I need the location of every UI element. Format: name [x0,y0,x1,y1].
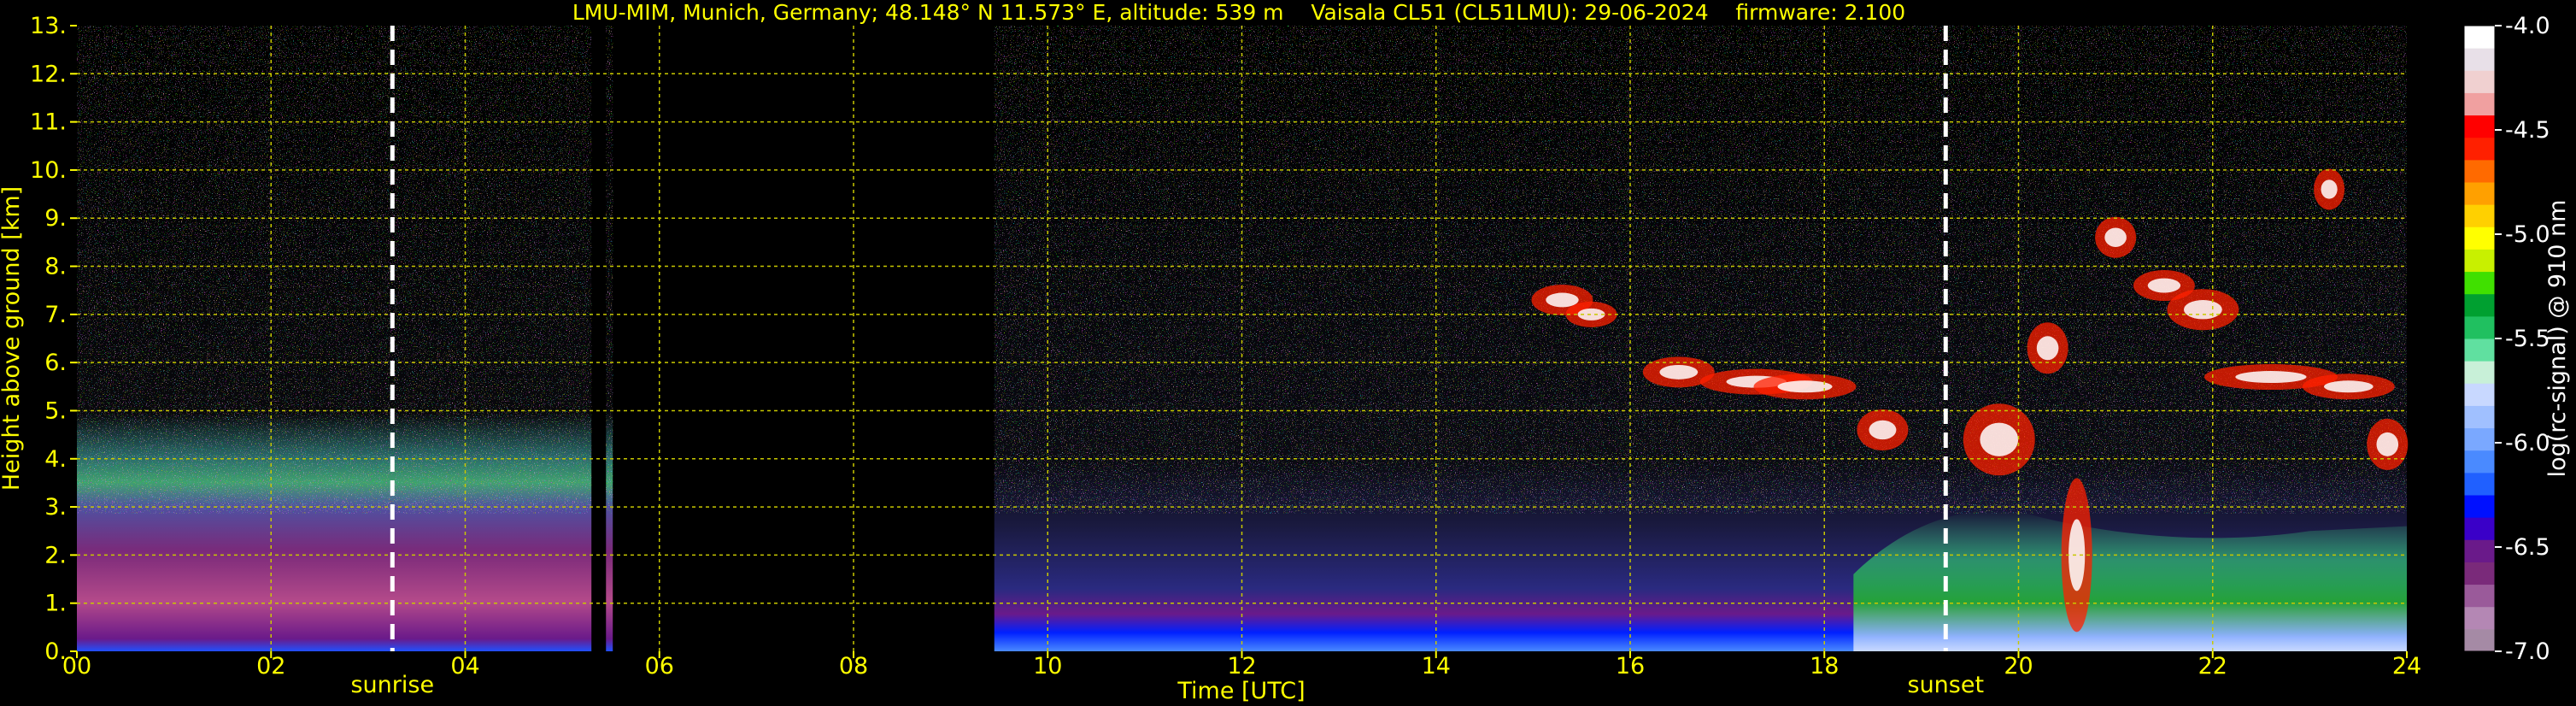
colorbar-tick-label: -6.0 [2505,430,2550,456]
colorbar-swatch [2464,450,2495,474]
colorbar-swatch [2464,182,2495,205]
cloud-core [2324,380,2374,393]
colorbar-swatch [2464,70,2495,93]
colorbar-swatch [2464,517,2495,540]
colorbar-swatch [2464,137,2495,161]
x-tick-label: 04 [450,653,479,680]
sunset-label: sunset [1908,672,1985,698]
colorbar-swatch [2464,361,2495,384]
colorbar-swatch [2464,628,2495,652]
cloud-core [2183,300,2222,320]
x-axis-label: Time [UTC] [1177,678,1305,704]
cloud-core [2104,227,2127,247]
y-tick-label: 4. [44,446,67,473]
colorbar-tick-label: -4.5 [2505,117,2550,144]
colorbar-tick-label: -7.0 [2505,638,2550,665]
colorbar-swatch [2464,92,2495,116]
x-tick-label: 22 [2198,653,2227,680]
cloud-core [1546,292,1579,308]
y-tick-label: 11. [30,109,67,136]
colorbar-swatch [2464,227,2495,250]
cloud-core [1980,422,2019,456]
y-tick-label: 9. [44,205,67,232]
colorbar-swatch [2464,271,2495,295]
colorbar-swatch [2464,495,2495,518]
y-tick-label: 0. [44,638,67,665]
colorbar-swatch [2464,562,2495,585]
y-tick-label: 7. [44,302,67,328]
colorbar-tick-label: -5.0 [2505,221,2550,248]
sunrise-label: sunrise [350,672,434,698]
colorbar-swatch [2464,383,2495,406]
y-axis-label: Height above ground [km] [0,186,25,491]
colorbar-swatch [2464,293,2495,317]
colorbar-swatch [2464,405,2495,429]
colorbar-swatch [2464,472,2495,496]
colorbar-tick-label: -6.5 [2505,534,2550,561]
colorbar-swatch [2464,249,2495,273]
colorbar-swatch [2464,584,2495,608]
y-tick-label: 2. [44,542,67,568]
cloud-core [1869,420,1897,440]
x-tick-label: 16 [1616,653,1645,680]
colorbar-swatch [2464,48,2495,71]
noise-overlay-1 [606,26,613,514]
cloud-core [2147,278,2181,293]
colorbar-swatch [2464,115,2495,138]
y-tick-label: 3. [44,494,67,521]
y-tick-label: 13. [30,13,67,39]
colorbar-swatch [2464,606,2495,630]
noise-overlay-0 [77,26,592,514]
colorbar-swatch [2464,338,2495,362]
y-axis-ticks: 0. 1. 2. 3. 4. 5. 6. 7. 8. 9. 10. 11. 12. 13. [30,13,77,665]
colorbar-tick-label: -5.5 [2505,326,2550,352]
colorbar-swatch [2464,315,2495,339]
y-tick-label: 1. [44,591,67,617]
cloud-core [2235,371,2307,384]
x-tick-label: 10 [1033,653,1062,680]
x-tick-label: 20 [2004,653,2033,680]
y-tick-label: 6. [44,350,67,376]
y-tick-label: 12. [30,61,67,87]
noise-overlay-2 [994,26,2407,514]
colorbar-swatch [2464,427,2495,451]
x-tick-label: 12 [1227,653,1256,680]
cloud-core [2376,432,2399,456]
x-tick-label: 14 [1422,653,1451,680]
x-tick-label: 06 [645,653,674,680]
x-tick-label: 08 [839,653,868,680]
backscatter-image [77,26,2409,651]
x-tick-label: 02 [256,653,285,680]
colorbar-label: log(rc-signal) @ 910 nm [2544,200,2571,478]
colorbar-swatch [2464,26,2495,49]
x-tick-label: 18 [1810,653,1839,680]
y-tick-label: 8. [44,254,67,280]
cloud-core [2036,336,2059,361]
colorbar-swatch [2464,159,2495,183]
x-tick-label: 24 [2392,653,2421,680]
colorbar-swatch [2464,204,2495,227]
colorbar-swatch [2464,539,2495,562]
y-tick-label: 10. [30,157,67,184]
y-tick-label: 5. [44,397,67,424]
colorbar-frame [2463,25,2496,652]
ceilometer-plot: sunrise sunset 00 02 04 06 08 10 12 14 16 18 20 22 24… [0,13,2421,704]
colorbar-tick-label: -4.0 [2505,13,2550,39]
cloud-core [2321,179,2338,199]
cloud-core [1659,365,1699,379]
